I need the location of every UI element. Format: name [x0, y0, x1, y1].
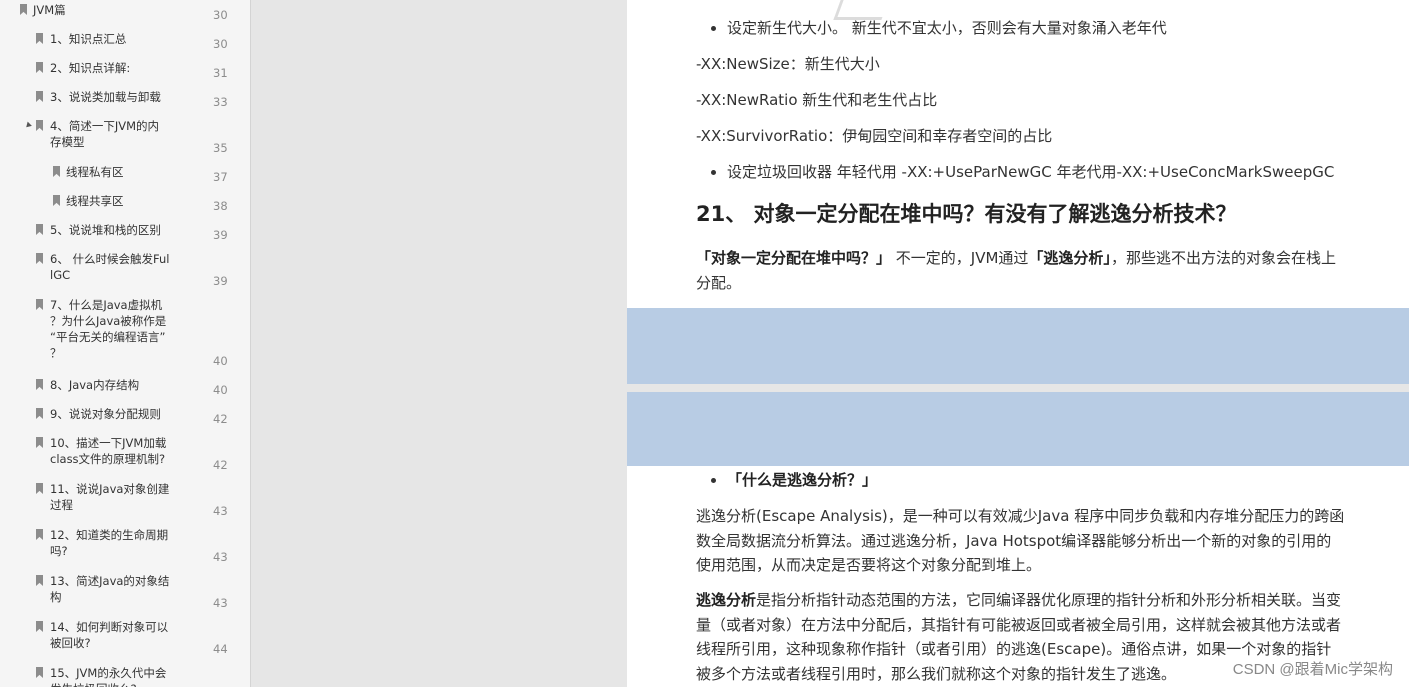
document-page: 设定新生代大小。 新生代不宜太小，否则会有大量对象涌入老年代 -XX:NewSi… — [627, 0, 1409, 384]
document-viewer[interactable]: 设定新生代大小。 新生代不宜太小，否则会有大量对象涌入老年代 -XX:NewSi… — [252, 0, 1409, 687]
outline-item-label: 9、说说对象分配规则 — [50, 407, 161, 421]
outline-page-number: 31 — [213, 66, 228, 80]
outline-item-label: 15、JVM的永久代中会 发生垃圾回收么? — [50, 666, 167, 687]
outline-sidebar: JVM篇 30 1、知识点汇总 30 2、知识点详解: 31 3、说说类加载与卸载 33 4、简… — [0, 0, 251, 687]
outline-item-full-gc[interactable]: 6、 什么时候会触发Ful lGC 39 — [0, 251, 250, 288]
outline-item-jvm[interactable]: JVM篇 30 — [0, 2, 250, 22]
outline-item-thread-private[interactable]: 线程私有区 37 — [0, 164, 250, 184]
param-survivorratio: -XX:SurvivorRatio：伊甸园空间和幸存者空间的占比 — [696, 127, 1053, 145]
outline-item-label: 3、说说类加载与卸载 — [50, 90, 161, 104]
csdn-watermark: CSDN @跟着Mic学架构 — [1232, 661, 1393, 678]
outline-item-label: 13、简述Java的对象结 构 — [50, 574, 170, 604]
outline-page-number: 42 — [213, 412, 228, 426]
outline-item-label: 5、说说堆和栈的区别 — [50, 223, 161, 237]
bookmark-icon — [20, 4, 27, 15]
outline-page-number: 40 — [213, 383, 228, 397]
outline-item-object-creation[interactable]: 11、说说Java对象创建 过程 43 — [0, 481, 250, 518]
bookmark-icon — [36, 379, 43, 390]
outline-page-number: 42 — [213, 458, 228, 472]
outline-item-jvm-memory-model[interactable]: 4、简述一下JVM的内 存模型 35 — [0, 118, 250, 155]
outline-item-heap-vs-stack[interactable]: 5、说说堆和栈的区别 39 — [0, 222, 250, 242]
outline-item-thread-shared[interactable]: 线程共享区 38 — [0, 193, 250, 213]
outline-page-number: 35 — [213, 141, 228, 155]
outline-item-what-is-jvm[interactable]: 7、什么是Java虚拟机 ？为什么Java被称作是 “平台无关的编程语言” ？ 4… — [0, 297, 250, 368]
bookmark-icon — [36, 621, 43, 632]
outline-page-number: 43 — [213, 550, 228, 564]
outline-item-java-memory-structure[interactable]: 8、Java内存结构 40 — [0, 377, 250, 397]
section-heading-21: 21、 对象一定分配在堆中吗？有没有了解逃逸分析技术？ — [696, 202, 1237, 226]
outline-page-number: 43 — [213, 596, 228, 610]
escape-term-bold: 逃逸分析 — [696, 591, 757, 609]
bookmark-icon — [36, 120, 43, 131]
outline-item-knowledge-detail[interactable]: 2、知识点详解: 31 — [0, 60, 250, 80]
outline-item-label: 7、什么是Java虚拟机 ？为什么Java被称作是 “平台无关的编程语言” ？ — [50, 298, 167, 360]
outline-item-label: 8、Java内存结构 — [50, 378, 140, 392]
outline-page-number: 39 — [213, 274, 228, 288]
bullet-gc-collector: 设定垃圾回收器 年轻代用 -XX:+UseParNewGC 年老代用-XX:+U… — [711, 160, 1377, 185]
bookmark-icon — [36, 667, 43, 678]
outline-item-permgen-gc[interactable]: 15、JVM的永久代中会 发生垃圾回收么? — [0, 665, 250, 687]
bookmark-icon — [36, 408, 43, 419]
answer-text-1: 不一定的，JVM通过 — [891, 249, 1029, 267]
expand-toggle-icon[interactable] — [24, 121, 32, 130]
outline-item-label: 2、知识点详解: — [50, 61, 131, 75]
outline-item-object-structure[interactable]: 13、简述Java的对象结 构 43 — [0, 573, 250, 610]
outline-item-label: JVM篇 — [33, 3, 66, 17]
outline-page-number: 33 — [213, 95, 228, 109]
bookmark-icon — [36, 33, 43, 44]
outline-item-class-loading[interactable]: 3、说说类加载与卸载 33 — [0, 89, 250, 109]
outline-item-label: 6、 什么时候会触发Ful lGC — [50, 252, 170, 282]
outline-page-number: 40 — [213, 354, 228, 368]
bookmark-icon — [36, 253, 43, 264]
outline-item-object-collectable[interactable]: 14、如何判断对象可以 被回收? 44 — [0, 619, 250, 656]
param-newratio: -XX:NewRatio 新生代和老生代占比 — [696, 91, 938, 109]
outline-item-label: 4、简述一下JVM的内 存模型 — [50, 119, 159, 149]
escape-analysis-bold: 「逃逸分析」 — [1028, 249, 1111, 267]
outline-item-class-lifecycle[interactable]: 12、知道类的生命周期 吗? 43 — [0, 527, 250, 564]
outline-item-label: 线程私有区 — [66, 165, 124, 179]
outline-page-number: 30 — [213, 8, 228, 22]
outline-page-number: 43 — [213, 504, 228, 518]
escape-analysis-paragraph: 逃逸分析(Escape Analysis)，是一种可以有效减少Java 程序中同… — [696, 507, 1345, 574]
outline-item-object-allocation[interactable]: 9、说说对象分配规则 42 — [0, 406, 250, 426]
outline-item-label: 11、说说Java对象创建 过程 — [50, 482, 170, 512]
answer-paragraph: 「对象一定分配在堆中吗？」 不一定的，JVM通过「逃逸分析」，那些逃不出方法的对… — [696, 246, 1346, 295]
outline-item-knowledge-summary[interactable]: 1、知识点汇总 30 — [0, 31, 250, 51]
outline-item-label: 10、描述一下JVM加载 class文件的原理机制? — [50, 436, 167, 466]
document-page: 「什么是逃逸分析？」 逃逸分析(Escape Analysis)，是一种可以有效… — [627, 392, 1409, 687]
bullet-what-is-escape: 「什么是逃逸分析？」 — [711, 468, 1377, 493]
outline-item-label: 14、如何判断对象可以 被回收? — [50, 620, 169, 650]
outline-item-label: 线程共享区 — [66, 194, 124, 208]
param-newsize: -XX:NewSize：新生代大小 — [696, 55, 880, 73]
bullet-newgen-size: 设定新生代大小。 新生代不宜太小，否则会有大量对象涌入老年代 — [711, 16, 1377, 41]
outline-page-number: 39 — [213, 228, 228, 242]
outline-item-class-loading-mechanism[interactable]: 10、描述一下JVM加载 class文件的原理机制? 42 — [0, 435, 250, 472]
outline-item-label: 12、知道类的生命周期 吗? — [50, 528, 169, 558]
bookmark-icon — [36, 62, 43, 73]
bookmark-icon — [36, 575, 43, 586]
selection-highlight — [627, 392, 1409, 466]
outline-item-label: 1、知识点汇总 — [50, 32, 127, 46]
outline-page-number: 44 — [213, 642, 228, 656]
question-bold: 「对象一定分配在堆中吗？」 — [696, 249, 892, 267]
selection-highlight — [627, 308, 1409, 384]
bookmark-icon — [36, 483, 43, 494]
bookmark-icon — [36, 91, 43, 102]
bookmark-icon — [36, 529, 43, 540]
bookmark-icon — [36, 224, 43, 235]
outline-page-number: 37 — [213, 170, 228, 184]
bookmark-icon — [53, 195, 60, 206]
outline-page-number: 38 — [213, 199, 228, 213]
outline-page-number: 30 — [213, 37, 228, 51]
bookmark-icon — [53, 166, 60, 177]
bookmark-icon — [36, 437, 43, 448]
bookmark-icon — [36, 299, 43, 310]
